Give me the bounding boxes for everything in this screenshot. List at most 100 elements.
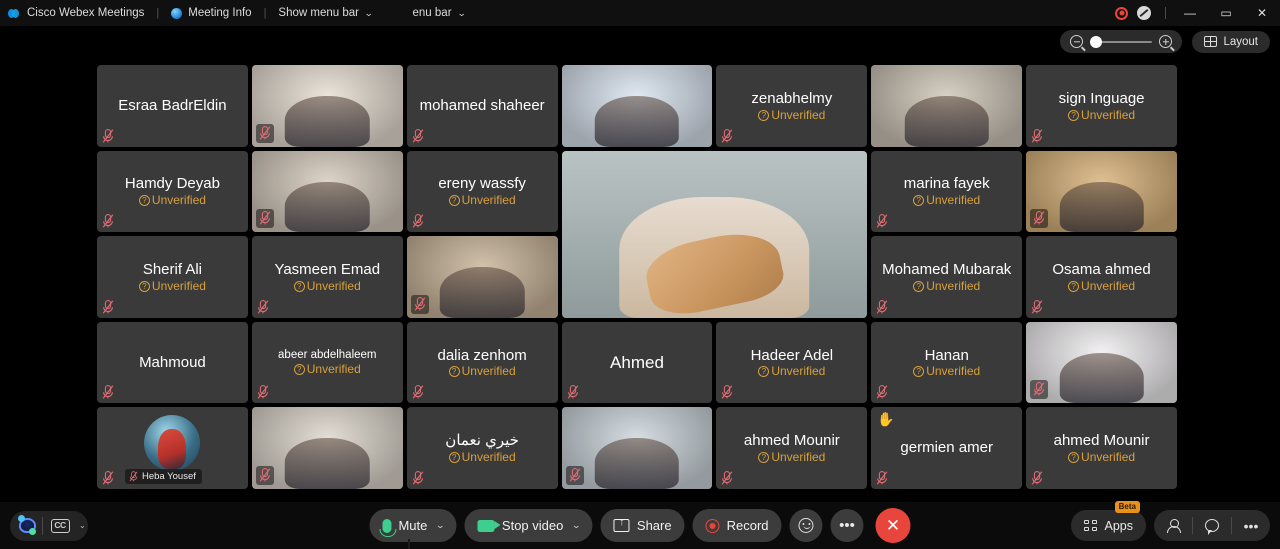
active-speaker-tile[interactable] — [561, 150, 868, 318]
chat-button[interactable] — [1193, 510, 1231, 541]
participant-tile[interactable] — [1026, 321, 1177, 404]
unverified-label: Unverified — [926, 278, 981, 293]
more-options-button[interactable]: ••• — [830, 509, 864, 542]
participant-name: Osama ahmed — [1052, 261, 1151, 279]
participant-tile[interactable]: zenabhelmy? Unverified — [716, 65, 868, 147]
participant-tile[interactable]: ahmed Mounir? Unverified — [1026, 407, 1177, 489]
mute-chevron-icon[interactable]: ⌄ — [435, 520, 445, 531]
mute-button[interactable]: Mute ⌄ — [369, 509, 457, 542]
reactions-button[interactable] — [789, 509, 823, 542]
participant-tile[interactable]: abeer abdelhaleem? Unverified — [251, 321, 403, 404]
share-screen-icon — [613, 516, 630, 532]
participant-tile[interactable]: dalia zenhom? Unverified — [406, 321, 558, 404]
camera-icon — [477, 519, 501, 532]
microphone-muted-icon — [1031, 471, 1043, 485]
show-menu-bar-button[interactable]: Show menu bar ⌄ — [278, 7, 374, 19]
avatar — [144, 415, 201, 472]
participant-tile[interactable]: Mohamed Mubarak? Unverified — [871, 236, 1023, 318]
question-mark-icon: ? — [138, 280, 150, 292]
recording-indicator-icon[interactable] — [1115, 6, 1128, 20]
zoom-slider[interactable] — [1090, 35, 1153, 48]
closed-captions-button[interactable]: CC — [43, 512, 77, 540]
assistant-captions-group: CC ⌄ — [10, 510, 88, 541]
raised-hand-icon: ✋ — [877, 411, 895, 428]
participant-label-area — [252, 151, 403, 233]
maximize-button[interactable]: ▭ — [1208, 0, 1244, 26]
question-mark-icon: ? — [1068, 452, 1080, 464]
zoom-slider-knob[interactable] — [1090, 35, 1103, 48]
participant-tile[interactable] — [251, 65, 403, 147]
question-mark-icon: ? — [448, 195, 460, 207]
chevron-down-icon: ⌄ — [364, 7, 374, 18]
zoom-out-icon[interactable] — [1070, 35, 1084, 48]
share-button[interactable]: Share — [600, 509, 685, 542]
participant-tile[interactable]: ereny wassfy? Unverified — [406, 150, 558, 233]
webex-assistant-icon[interactable] — [12, 512, 42, 540]
participant-tile[interactable] — [871, 65, 1023, 147]
panel-more-button[interactable]: ••• — [1232, 510, 1270, 541]
participant-tile[interactable]: Yasmeen Emad? Unverified — [251, 236, 403, 318]
participant-tile[interactable]: ahmed Mounir? Unverified — [716, 407, 868, 489]
layout-label: Layout — [1223, 35, 1258, 48]
record-icon — [705, 518, 720, 533]
meeting-info-button[interactable]: Meeting Info — [171, 7, 252, 19]
microphone-muted-icon — [1031, 299, 1043, 314]
participant-tile[interactable]: Mahmoud — [97, 321, 248, 404]
stop-video-chevron-icon[interactable]: ⌄ — [571, 520, 581, 531]
participant-tile[interactable]: germien amer ✋ — [871, 407, 1023, 489]
participant-name: abeer abdelhaleem — [278, 348, 377, 361]
participant-tile[interactable]: Hanan? Unverified — [871, 321, 1023, 404]
participant-label-area: mohamed shaheer — [407, 65, 558, 147]
record-label: Record — [726, 518, 769, 533]
participant-tile[interactable]: Esraa BadrEldin — [97, 65, 248, 147]
participant-tile[interactable]: Osama ahmed? Unverified — [1026, 236, 1177, 318]
participant-tile[interactable]: Heba Yousef — [97, 407, 248, 489]
participant-name: mohamed shaheer — [419, 96, 545, 114]
participants-icon — [1167, 518, 1181, 533]
close-button[interactable]: ✕ — [1244, 0, 1280, 26]
beta-badge: Beta — [1114, 501, 1140, 513]
apps-button[interactable]: Beta Apps — [1070, 501, 1146, 541]
participant-name: Mahmoud — [139, 353, 206, 371]
participant-tile[interactable] — [561, 65, 713, 147]
end-meeting-button[interactable]: ✕ — [875, 508, 911, 543]
participant-label-area: marina fayek? Unverified — [871, 151, 1022, 233]
participant-tile[interactable]: Ahmed — [561, 321, 713, 404]
show-menu-bar-label: Show menu bar — [278, 7, 359, 19]
video-stage: Layout Esraa BadrEldin mohamed shaheer zen… — [0, 26, 1280, 501]
stop-video-button[interactable]: Stop video ⌄ — [464, 509, 593, 542]
menu-bar-button[interactable]: enu bar ⌄ — [412, 7, 467, 19]
unverified-label: Unverified — [771, 449, 826, 464]
participant-label-area — [407, 236, 558, 318]
participant-tile[interactable]: mohamed shaheer — [406, 65, 558, 147]
participant-tile[interactable]: sign Inguage? Unverified — [1026, 65, 1177, 147]
zoom-control[interactable] — [1060, 30, 1183, 53]
participant-tile[interactable] — [406, 236, 558, 318]
microphone-muted-icon — [1030, 380, 1049, 400]
participant-tile[interactable] — [251, 150, 403, 233]
participant-tile[interactable]: خيري نعمان? Unverified — [406, 407, 558, 489]
minimize-button[interactable]: — — [1172, 0, 1208, 26]
participant-label-area — [1026, 151, 1177, 233]
muted-indicator-icon[interactable] — [1137, 6, 1151, 20]
participant-name: Mohamed Mubarak — [882, 261, 1012, 279]
participant-tile[interactable] — [251, 407, 403, 489]
participant-label-area: Hanan? Unverified — [871, 322, 1022, 404]
record-button[interactable]: Record — [692, 509, 782, 542]
participant-tile[interactable]: marina fayek? Unverified — [871, 150, 1023, 233]
participant-tile[interactable] — [1026, 150, 1177, 233]
participant-tile[interactable]: Sherif Ali? Unverified — [97, 236, 248, 318]
participant-tile[interactable]: Hadeer Adel? Unverified — [716, 321, 868, 404]
participants-button[interactable] — [1154, 510, 1192, 541]
layout-button[interactable]: Layout — [1192, 30, 1270, 53]
captions-chevron-icon[interactable]: ⌄ — [79, 521, 86, 530]
participant-tile[interactable] — [561, 407, 713, 489]
unverified-badge: ? Unverified — [448, 193, 516, 207]
participant-tile[interactable]: Hamdy Deyab? Unverified — [97, 150, 248, 233]
webex-logo — [8, 7, 21, 20]
zoom-in-icon[interactable] — [1159, 35, 1173, 48]
menu-bar-label: enu bar — [412, 7, 452, 19]
participant-label-area: Esraa BadrEldin — [97, 65, 248, 147]
unverified-label: Unverified — [306, 362, 361, 377]
microphone-muted-icon — [102, 128, 114, 143]
